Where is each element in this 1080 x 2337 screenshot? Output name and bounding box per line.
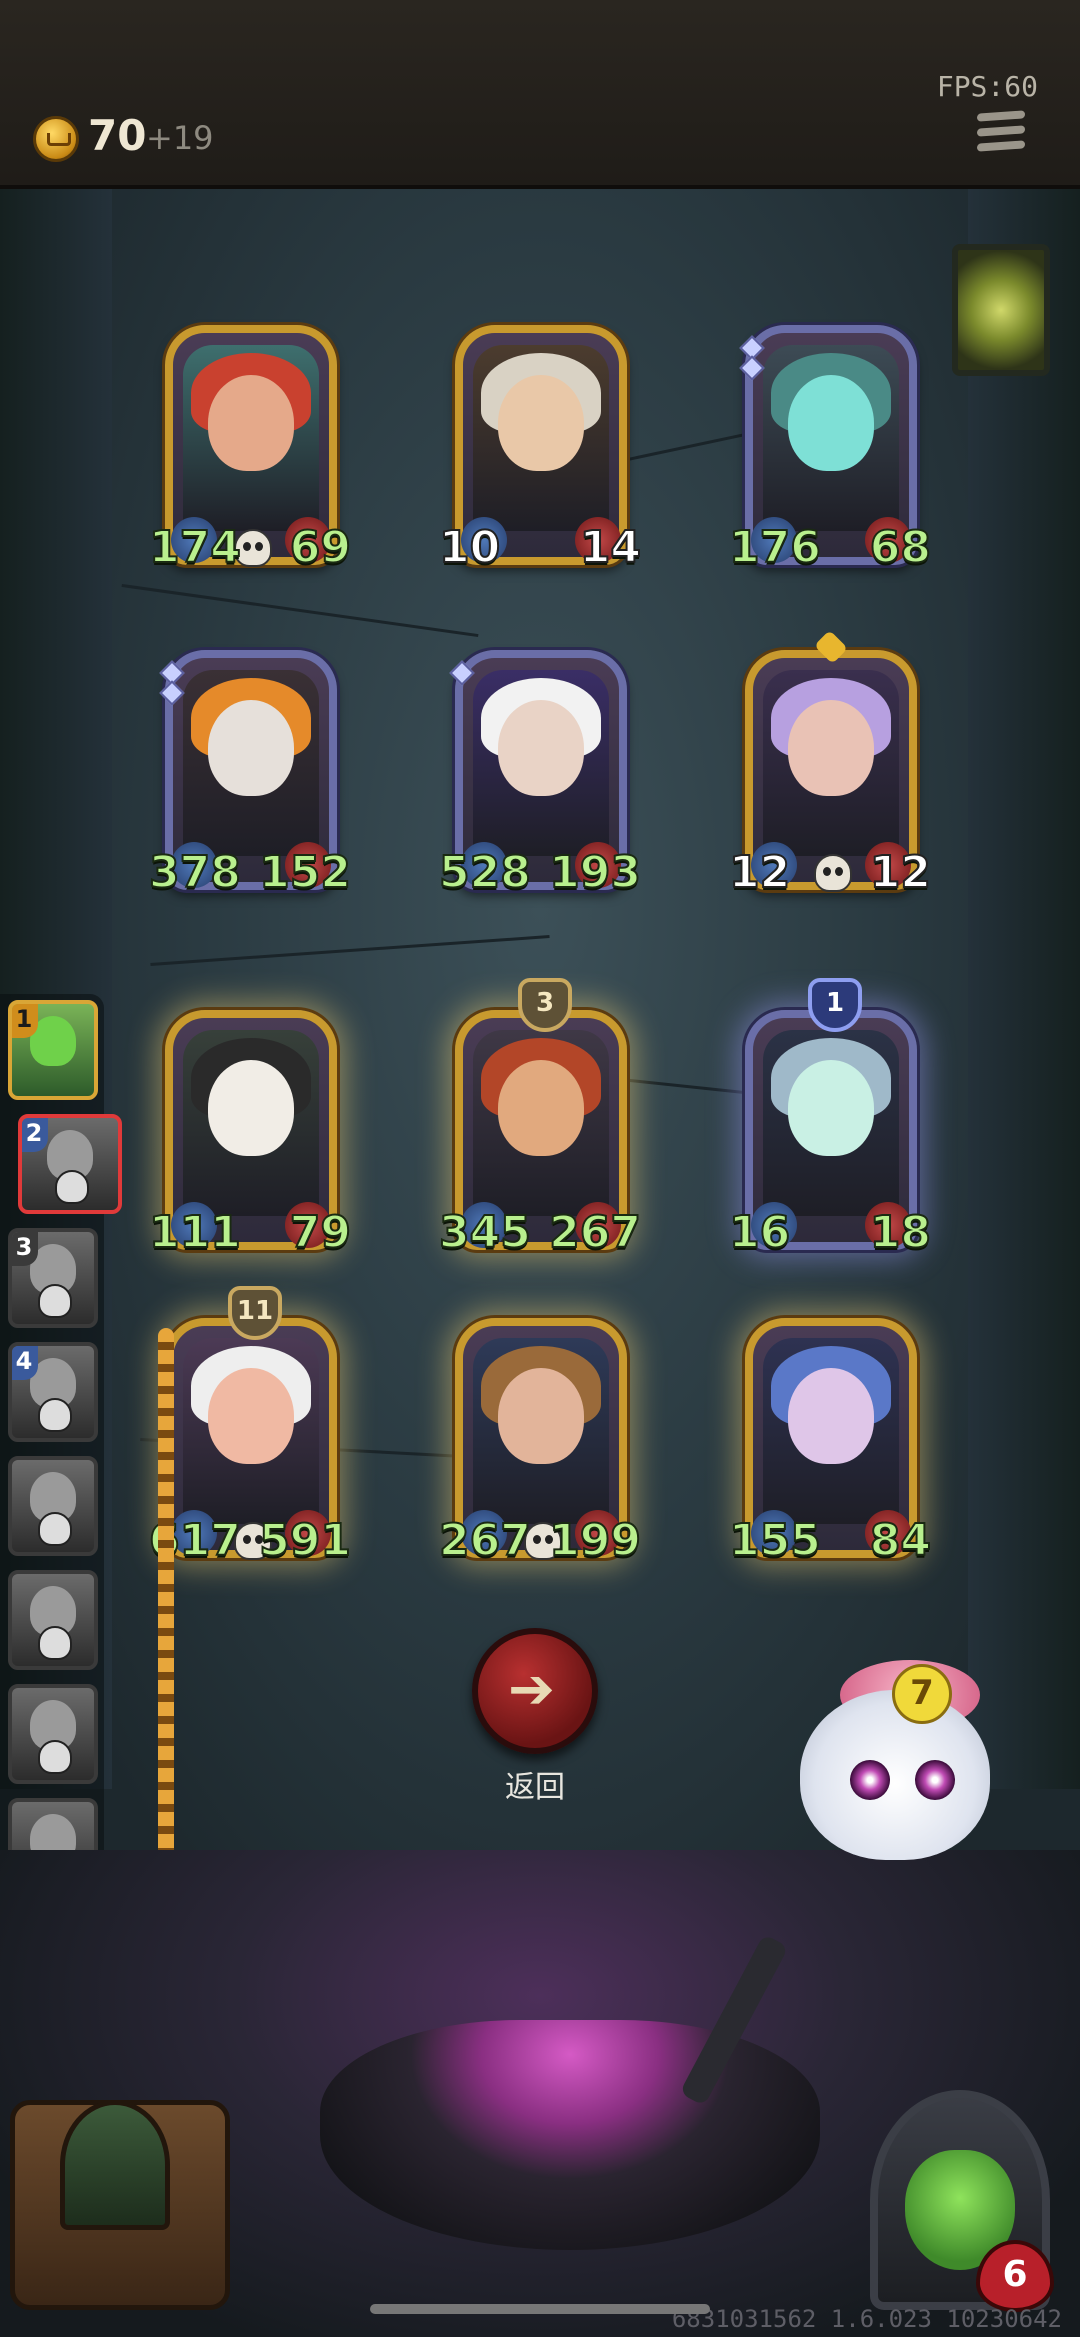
pet-eye-left [850,1760,890,1800]
hero-health: 591 [258,1514,352,1567]
skull-icon [38,1284,72,1318]
hero-card[interactable]: 3 345 267 [438,978,642,1259]
hero-health: 79 [289,1206,352,1259]
queue-number: 2 [22,1118,48,1152]
lantern-icon [952,244,1050,376]
hero-portrait [763,670,899,856]
pet-count-badge: 7 [892,1664,952,1724]
hero-attack: 378 [148,846,242,899]
arrow-left-icon: ➔ [508,1657,555,1722]
queue-slot[interactable]: 1 [8,1000,98,1100]
menu-button[interactable] [977,110,1025,158]
queue-slot[interactable]: 4 [8,1342,98,1442]
queue-number: 1 [12,1004,38,1038]
skull-icon [38,1740,72,1774]
hero-health: 14 [579,521,642,574]
hero-card[interactable]: 111 79 [148,1010,352,1259]
hero-attack: 528 [438,846,532,899]
hero-card[interactable]: 378 152 [148,650,352,899]
hero-portrait [473,345,609,531]
hero-card[interactable]: 10 14 [438,325,642,574]
queue-number: 3 [12,1232,38,1266]
skull-icon [814,854,852,892]
bench-door-icon [60,2100,170,2230]
queue-slot[interactable] [8,1570,98,1670]
level-badge: 3 [518,978,572,1032]
hero-attack: 267 [438,1514,532,1567]
hero-portrait [763,345,899,531]
fps-counter: FPS:60 [936,70,1038,103]
level-badge: 1 [808,978,862,1032]
gold-amount: 70 [88,111,147,160]
skull-icon [38,1398,72,1432]
queue-slot[interactable] [8,1456,98,1556]
build-id: 6831031562 1.6.023 10230642 [671,2305,1062,2333]
hero-health: 152 [258,846,352,899]
home-indicator [370,2304,710,2314]
queue-slot[interactable] [8,1684,98,1784]
pet-eye-right [915,1760,955,1800]
skull-icon [55,1170,89,1204]
hero-card[interactable]: 1 16 18 [728,978,932,1259]
hero-card[interactable]: 267 199 [438,1318,642,1567]
hero-card[interactable]: 11 617 591 [148,1286,352,1567]
hero-portrait [473,670,609,856]
hero-card[interactable]: 174 69 [148,325,352,574]
ghost-pet[interactable] [800,1690,990,1860]
hero-health: 18 [869,1206,932,1259]
hero-health: 69 [289,521,352,574]
hero-card[interactable]: 176 68 [728,325,932,574]
hero-attack: 10 [438,521,501,574]
hero-health: 193 [548,846,642,899]
top-bar: 70 +19 FPS:60 [0,0,1080,189]
hero-health: 68 [869,521,932,574]
hero-card[interactable]: 12 12 [728,630,932,899]
hero-card[interactable]: 155 84 [728,1318,932,1567]
hero-portrait [183,345,319,531]
menu-icon [977,110,1025,122]
queue-slot[interactable]: 3 [8,1228,98,1328]
back-button[interactable]: ➔ [472,1628,598,1754]
queue-number: 4 [12,1346,38,1380]
hero-attack: 16 [728,1206,791,1259]
hero-attack: 345 [438,1206,532,1259]
hero-health: 84 [869,1514,932,1567]
hero-portrait [473,1030,609,1216]
crown-coin-icon [33,116,79,162]
hero-portrait [183,670,319,856]
skull-icon [38,1626,72,1660]
hero-attack: 12 [728,846,791,899]
hero-portrait [763,1338,899,1524]
hero-attack: 111 [148,1206,242,1259]
hero-attack: 176 [728,521,822,574]
hero-portrait [183,1338,319,1524]
cauldron[interactable] [320,2020,820,2250]
back-label: 返回 [505,1770,565,1805]
hero-card[interactable]: 528 193 [438,650,642,899]
hero-attack: 174 [148,521,242,574]
queue-slot[interactable]: 2 [18,1114,122,1214]
hero-portrait [473,1338,609,1524]
hero-portrait [763,1030,899,1216]
hero-portrait [183,1030,319,1216]
right-wall [968,189,1080,1789]
hero-health: 199 [548,1514,642,1567]
skull-icon [38,1512,72,1546]
level-badge: 11 [228,1286,282,1340]
hero-health: 267 [548,1206,642,1259]
gold-income: +19 [146,119,214,157]
hero-attack: 155 [728,1514,822,1567]
hero-health: 12 [869,846,932,899]
